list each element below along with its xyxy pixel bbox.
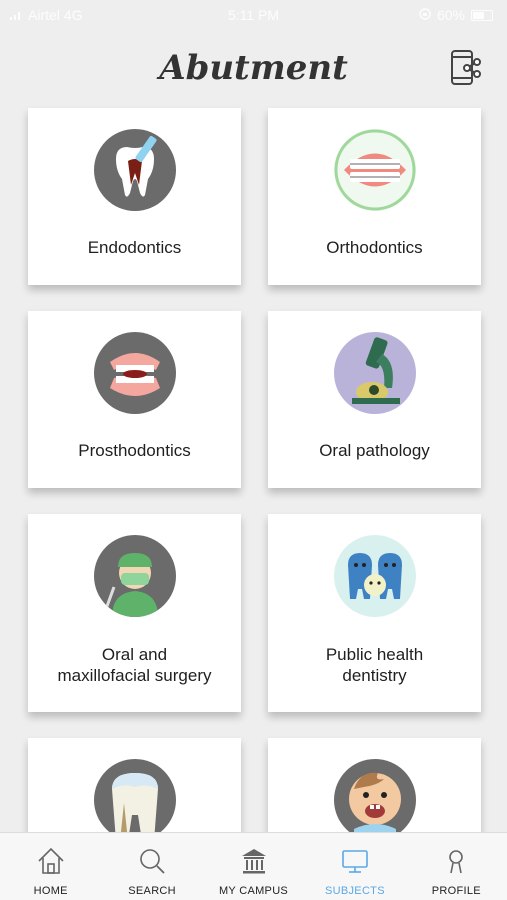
share-button[interactable] bbox=[449, 48, 483, 88]
subject-label: Oral pathology bbox=[319, 441, 430, 460]
nav-label: PROFILE bbox=[431, 885, 481, 897]
app-screen: Airtel 4G 5:11 PM 60% Abutment Endodonti… bbox=[0, 0, 507, 900]
nav-search[interactable]: SEARCH bbox=[101, 833, 202, 900]
battery-percent: 60% bbox=[436, 7, 465, 23]
nav-label: SUBJECTS bbox=[324, 885, 385, 897]
app-logo-title: Abutment bbox=[159, 48, 348, 88]
subject-label-line-2: maxillofacial surgery bbox=[57, 666, 212, 685]
nav-label: HOME bbox=[33, 885, 68, 897]
nav-my-campus[interactable]: MY CAMPUS bbox=[203, 833, 304, 900]
subject-card-public-health-dentistry[interactable]: Public health dentistry bbox=[268, 514, 481, 712]
nav-home[interactable]: HOME bbox=[0, 833, 101, 900]
monitor-icon bbox=[342, 850, 368, 873]
subject-label-line-1: Public health bbox=[325, 645, 424, 664]
subject-label-line-2: dentistry bbox=[342, 666, 407, 685]
rotation-lock-icon bbox=[419, 7, 431, 23]
phone-share-icon bbox=[451, 50, 481, 85]
subject-label: Prosthodontics bbox=[78, 441, 191, 460]
nav-subjects[interactable]: SUBJECTS bbox=[304, 833, 405, 900]
baby-teeth-icon bbox=[333, 759, 416, 841]
subject-card-endodontics[interactable]: Endodontics bbox=[28, 108, 241, 285]
subject-card-oral-pathology[interactable]: Oral pathology bbox=[268, 311, 481, 488]
nav-label: MY CAMPUS bbox=[218, 885, 289, 897]
subject-label-line-1: Oral and bbox=[101, 645, 168, 664]
denture-icon bbox=[93, 332, 176, 414]
subject-card-orthodontics[interactable]: Orthodontics bbox=[268, 108, 481, 285]
bottom-navigation: HOME SEARCH MY CAMPUS SUBJECTS PROFILE bbox=[0, 832, 507, 900]
surgeon-icon bbox=[93, 535, 176, 617]
subject-label: Endodontics bbox=[87, 238, 182, 257]
microscope-icon bbox=[333, 332, 416, 414]
subject-label: Orthodontics bbox=[326, 238, 423, 257]
tooth-family-icon bbox=[333, 535, 416, 617]
home-icon bbox=[38, 847, 64, 874]
battery-icon bbox=[471, 9, 493, 21]
nav-profile[interactable]: PROFILE bbox=[406, 833, 507, 900]
tooth-root-canal-icon bbox=[93, 129, 176, 211]
app-header: Abutment bbox=[0, 40, 507, 100]
profile-icon bbox=[449, 850, 464, 874]
braces-icon bbox=[333, 129, 416, 211]
status-bar: Airtel 4G 5:11 PM 60% bbox=[0, 0, 507, 30]
nav-label: SEARCH bbox=[128, 885, 176, 897]
campus-building-icon bbox=[241, 849, 266, 874]
search-icon bbox=[140, 849, 165, 874]
decayed-tooth-icon bbox=[93, 759, 176, 841]
subject-card-prosthodontics[interactable]: Prosthodontics bbox=[28, 311, 241, 488]
subject-card-oral-maxillofacial-surgery[interactable]: Oral and maxillofacial surgery bbox=[28, 514, 241, 712]
